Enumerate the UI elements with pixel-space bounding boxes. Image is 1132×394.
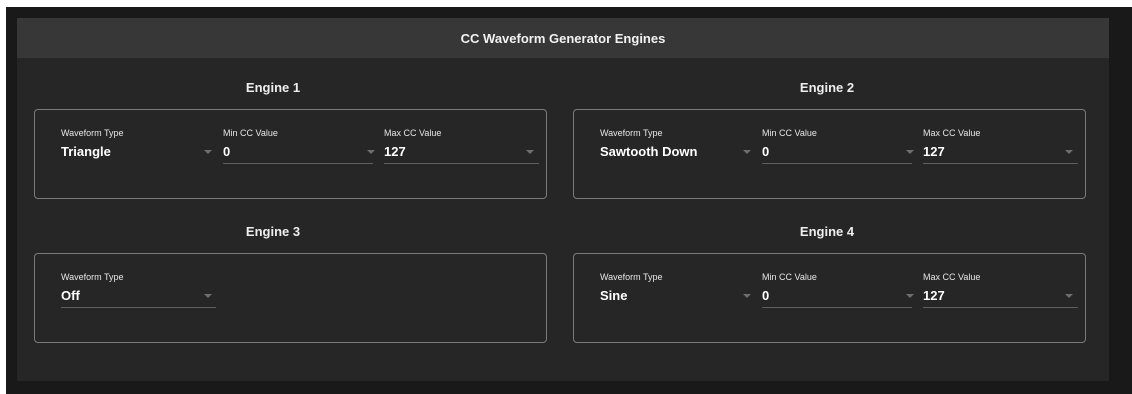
chevron-down-icon xyxy=(204,150,212,154)
field-label: Max CC Value xyxy=(384,128,442,138)
field-value: 127 xyxy=(923,288,945,303)
engine-3-card: Waveform Type Off xyxy=(34,253,547,343)
waveform-engines-panel: CC Waveform Generator Engines Engine 1 W… xyxy=(17,18,1109,381)
field-underline xyxy=(923,307,1078,308)
engine-4-card: Waveform Type Sine Min CC Value 0 Max CC… xyxy=(573,253,1086,343)
field-underline xyxy=(923,163,1078,164)
field-label: Waveform Type xyxy=(600,128,663,138)
field-value: 0 xyxy=(762,144,770,159)
engine-3-title: Engine 3 xyxy=(245,224,301,239)
field-value: 127 xyxy=(384,144,406,159)
field-label: Waveform Type xyxy=(61,272,124,282)
engine-4-title: Engine 4 xyxy=(799,224,855,239)
chevron-down-icon xyxy=(1065,150,1073,154)
engine-2-title: Engine 2 xyxy=(799,80,855,95)
field-value: Triangle xyxy=(61,144,111,159)
chevron-down-icon xyxy=(367,150,375,154)
field-underline xyxy=(384,163,539,164)
panel-title: CC Waveform Generator Engines xyxy=(460,30,666,46)
field-underline xyxy=(61,307,216,308)
field-label: Max CC Value xyxy=(923,272,981,282)
engine-2-card: Waveform Type Sawtooth Down Min CC Value… xyxy=(573,109,1086,199)
field-value: 0 xyxy=(223,144,231,159)
field-label: Min CC Value xyxy=(762,128,817,138)
chevron-down-icon xyxy=(906,150,914,154)
chevron-down-icon xyxy=(1065,294,1073,298)
chevron-down-icon xyxy=(906,294,914,298)
field-label: Max CC Value xyxy=(923,128,981,138)
field-value: Sine xyxy=(600,288,628,303)
field-label: Waveform Type xyxy=(61,128,124,138)
engine-1-title: Engine 1 xyxy=(245,80,301,95)
field-underline xyxy=(762,307,912,308)
field-label: Waveform Type xyxy=(600,272,663,282)
chevron-down-icon xyxy=(526,150,534,154)
engine-1-card: Waveform Type Triangle Min CC Value 0 Ma… xyxy=(34,109,547,199)
app-background: CC Waveform Generator Engines Engine 1 W… xyxy=(6,7,1132,394)
field-value: 0 xyxy=(762,288,770,303)
field-value: Sawtooth Down xyxy=(600,144,698,159)
chevron-down-icon xyxy=(743,150,751,154)
field-value: Off xyxy=(61,288,80,303)
chevron-down-icon xyxy=(743,294,751,298)
chevron-down-icon xyxy=(204,294,212,298)
panel-header: CC Waveform Generator Engines xyxy=(17,18,1109,58)
field-underline xyxy=(762,163,912,164)
field-underline xyxy=(223,163,373,164)
field-value: 127 xyxy=(923,144,945,159)
field-label: Min CC Value xyxy=(762,272,817,282)
field-label: Min CC Value xyxy=(223,128,278,138)
